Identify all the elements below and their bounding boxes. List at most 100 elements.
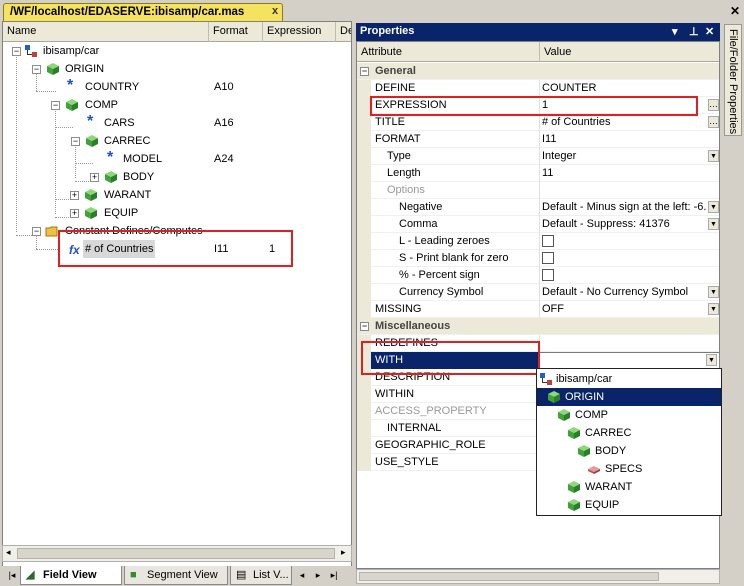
popup-item-origin[interactable]: ORIGIN	[537, 388, 721, 406]
collapse-icon[interactable]: −	[71, 137, 80, 146]
tree-node-origin[interactable]: − ORIGIN	[3, 60, 343, 78]
close-icon[interactable]: ✕	[705, 25, 714, 38]
prop-value[interactable]: Default - No Currency Symbol	[542, 284, 707, 301]
pin-icon[interactable]: ⊥	[689, 25, 699, 38]
prop-value[interactable]: Default - Minus sign at the left: -6.	[542, 199, 707, 216]
tab-file-folder-properties[interactable]: File/Folder Properties	[724, 24, 742, 136]
dropdown-arrow-icon[interactable]: ▼	[708, 218, 719, 230]
ellipsis-button[interactable]: …	[708, 99, 719, 111]
collapse-icon[interactable]: −	[12, 47, 21, 56]
column-attribute: Attribute	[361, 46, 402, 58]
with-combo[interactable]	[539, 352, 719, 369]
prop-currency[interactable]: Currency Symbol Default - No Currency Sy…	[357, 284, 719, 301]
prop-format[interactable]: FORMAT I11	[357, 131, 719, 148]
prop-define[interactable]: DEFINE COUNTER	[357, 80, 719, 97]
scroll-left-icon[interactable]: ◂	[6, 547, 11, 558]
document-tab-title: /WF/localhost/EDASERVE:ibisamp/car.mas	[10, 6, 245, 18]
popup-item-equip[interactable]: EQUIP	[537, 496, 721, 514]
tree-node-model[interactable]: * MODEL A24	[3, 150, 343, 168]
close-icon[interactable]: ✕	[728, 4, 742, 18]
close-icon[interactable]: x	[272, 5, 278, 17]
segment-icon	[86, 135, 98, 147]
collapse-icon[interactable]: −	[360, 322, 369, 331]
prop-missing[interactable]: MISSING OFF ▼	[357, 301, 719, 318]
tree-node-body[interactable]: + BODY	[3, 168, 343, 186]
prop-leading-zeroes[interactable]: L - Leading zeroes	[357, 233, 719, 250]
tree-node-root[interactable]: − ibisamp/car	[3, 42, 343, 60]
prop-comma[interactable]: Comma Default - Suppress: 41376 ▼	[357, 216, 719, 233]
tree-node-warant[interactable]: + WARANT	[3, 186, 343, 204]
ellipsis-button[interactable]: …	[708, 116, 719, 128]
expand-icon[interactable]: +	[70, 191, 79, 200]
dropdown-arrow-icon[interactable]: ▼	[708, 150, 719, 162]
first-tab-icon[interactable]: |◂	[6, 569, 18, 581]
tab-list-view[interactable]: ▤ List V...	[230, 566, 292, 585]
category-label: Miscellaneous	[375, 320, 451, 332]
scroll-thumb[interactable]	[17, 548, 335, 559]
tree-node-cars[interactable]: * CARS A16	[3, 114, 343, 132]
expand-icon[interactable]: +	[90, 173, 99, 182]
prev-tab-icon[interactable]: ◂	[296, 569, 308, 581]
percent-checkbox[interactable]	[542, 269, 554, 281]
database-icon	[25, 45, 37, 57]
print-blank-checkbox[interactable]	[542, 252, 554, 264]
prop-print-blank[interactable]: S - Print blank for zero	[357, 250, 719, 267]
tree-node-equip[interactable]: + EQUIP	[3, 204, 343, 222]
tab-segment-view[interactable]: ■ Segment View	[124, 566, 228, 585]
segment-icon	[548, 391, 560, 403]
view-tabs: |◂ ◢ Field View ■ Segment View ▤ List V.…	[2, 566, 354, 586]
field-view-icon: ◢	[26, 569, 35, 581]
last-tab-icon[interactable]: ▸|	[328, 569, 340, 581]
horizontal-scrollbar[interactable]: ◂ ▸	[2, 545, 352, 562]
collapse-icon[interactable]: −	[360, 67, 369, 76]
popup-item-carrec[interactable]: CARREC	[537, 424, 721, 442]
collapse-icon[interactable]: −	[51, 101, 60, 110]
popup-item-warant[interactable]: WARANT	[537, 478, 721, 496]
document-tab[interactable]: /WF/localhost/EDASERVE:ibisamp/car.mas x	[3, 3, 283, 21]
prop-title[interactable]: TITLE # of Countries …	[357, 114, 719, 131]
collapse-icon[interactable]: −	[32, 227, 41, 236]
popup-item-comp[interactable]: COMP	[537, 406, 721, 424]
leading-zeroes-checkbox[interactable]	[542, 235, 554, 247]
column-format[interactable]: Format	[209, 22, 263, 42]
prop-value[interactable]: 11	[542, 165, 707, 182]
scroll-right-icon[interactable]: ▸	[341, 547, 346, 558]
expand-icon[interactable]: +	[70, 209, 79, 218]
dropdown-arrow-icon[interactable]: ▼	[708, 303, 719, 315]
column-name[interactable]: Name	[3, 22, 209, 42]
dropdown-arrow-icon[interactable]: ▼	[708, 201, 719, 213]
prop-value[interactable]: I11	[542, 131, 707, 148]
dropdown-arrow-icon[interactable]: ▼	[708, 286, 719, 298]
prop-name: Length	[387, 167, 421, 179]
prop-value[interactable]: Default - Suppress: 41376	[542, 216, 707, 233]
field-icon: *	[87, 113, 94, 130]
collapse-icon[interactable]: −	[32, 65, 41, 74]
prop-length[interactable]: Length 11	[357, 165, 719, 182]
tab-field-view[interactable]: ◢ Field View	[20, 566, 122, 585]
tree-node-country[interactable]: * COUNTRY A10	[3, 78, 343, 96]
prop-negative[interactable]: Negative Default - Minus sign at the lef…	[357, 199, 719, 216]
folder-icon	[45, 226, 58, 237]
category-general[interactable]: − General	[357, 63, 719, 80]
category-miscellaneous[interactable]: − Miscellaneous	[357, 318, 719, 335]
prop-value[interactable]: OFF	[542, 301, 707, 318]
properties-scrollbar[interactable]	[356, 569, 720, 584]
prop-value[interactable]: COUNTER	[542, 80, 707, 97]
popup-item-root[interactable]: ibisamp/car	[537, 370, 721, 388]
popup-item-body[interactable]: BODY	[537, 442, 721, 460]
prop-value[interactable]: Integer	[542, 148, 707, 165]
field-tree-pane: Name Format Expression De − ibisamp/car …	[2, 21, 352, 567]
prop-type[interactable]: Type Integer ▼	[357, 148, 719, 165]
prop-percent[interactable]: % - Percent sign	[357, 267, 719, 284]
tree-node-comp[interactable]: − COMP	[3, 96, 343, 114]
tab-label: Field View	[43, 569, 97, 581]
popup-item-specs[interactable]: SPECS	[537, 460, 721, 478]
prop-value[interactable]: # of Countries	[542, 114, 707, 131]
column-expression[interactable]: Expression	[263, 22, 336, 42]
dropdown-arrow-icon[interactable]: ▼	[706, 354, 717, 366]
tree-node-carrec[interactable]: − CARREC	[3, 132, 343, 150]
scroll-thumb[interactable]	[359, 572, 659, 581]
dropdown-icon[interactable]: ▾	[672, 25, 678, 38]
column-description[interactable]: De	[336, 22, 351, 42]
next-tab-icon[interactable]: ▸	[312, 569, 324, 581]
